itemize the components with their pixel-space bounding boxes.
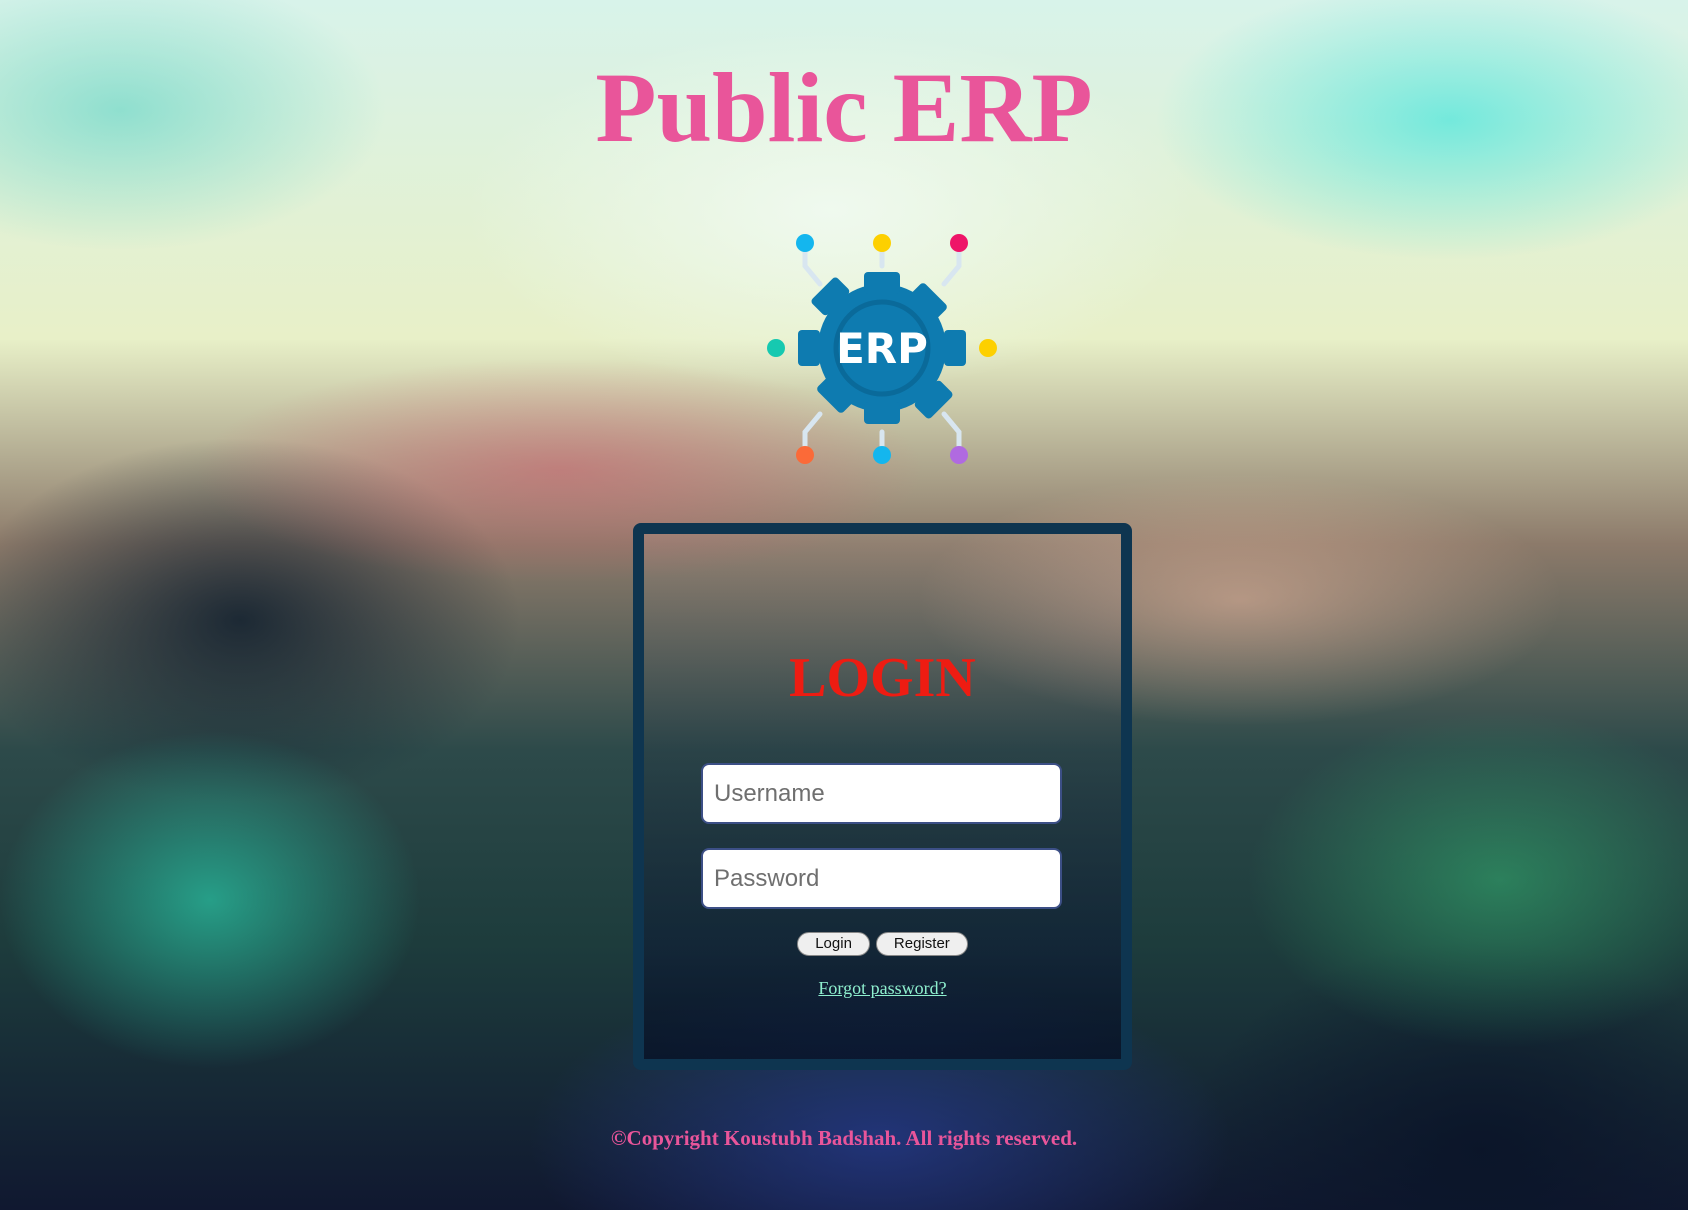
- button-row: Login Register: [644, 932, 1121, 956]
- page-title: Public ERP: [595, 52, 1093, 163]
- login-heading: LOGIN: [789, 647, 976, 709]
- login-button[interactable]: Login: [797, 932, 870, 956]
- erp-gear-icon: ERP: [762, 226, 1002, 466]
- register-button[interactable]: Register: [875, 932, 968, 956]
- username-input[interactable]: [701, 763, 1062, 824]
- login-form: LOGIN Login Register Forgot password?: [633, 523, 1132, 1070]
- svg-text:ERP: ERP: [836, 324, 928, 373]
- forgot-password-row: Forgot password?: [644, 978, 1121, 999]
- copyright-footer: ©Copyright Koustubh Badshah. All rights …: [610, 1126, 1078, 1150]
- forgot-password-link[interactable]: Forgot password?: [818, 978, 946, 998]
- password-input[interactable]: [701, 848, 1062, 909]
